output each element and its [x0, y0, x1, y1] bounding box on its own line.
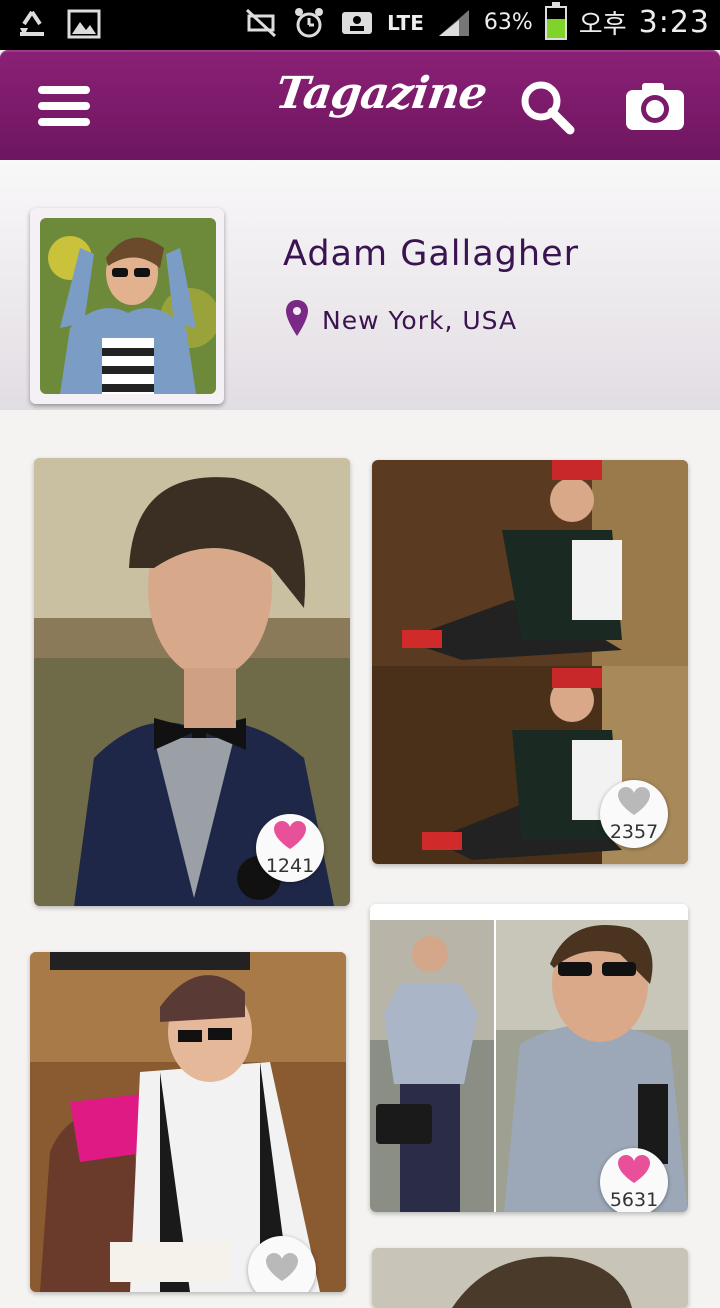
heart-icon — [617, 786, 651, 820]
like-count: 5631 — [609, 1189, 659, 1211]
app-logo: Tagazine — [272, 68, 490, 119]
heart-icon — [617, 1154, 651, 1188]
search-icon[interactable] — [518, 78, 576, 136]
ampm-label: 오후 — [578, 10, 627, 40]
profile-header: Adam Gallagher New York, USA — [0, 160, 720, 410]
image-icon — [66, 8, 102, 40]
heart-icon — [265, 1252, 299, 1286]
mute-icon — [243, 7, 279, 39]
post-card[interactable] — [30, 952, 346, 1292]
network-type-label: LTE — [387, 10, 424, 35]
alarm-icon — [291, 7, 327, 39]
clock: 3:23 — [638, 5, 710, 40]
avatar-frame[interactable] — [30, 208, 224, 404]
recycle-icon — [14, 8, 50, 40]
status-bar: LTE 63% 오후 3:23 — [0, 0, 720, 50]
battery-percent: 63% — [483, 10, 533, 35]
like-badge[interactable]: 2357 — [600, 780, 668, 848]
app-bar: Tagazine — [0, 50, 720, 160]
post-card[interactable]: 5631 — [370, 904, 688, 1212]
camera-icon[interactable] — [624, 80, 686, 132]
location-text: New York, USA — [322, 305, 518, 335]
signal-icon — [436, 7, 472, 39]
like-badge[interactable]: 1241 — [256, 814, 324, 882]
like-badge[interactable]: 5631 — [600, 1148, 668, 1212]
profile-location: New York, USA — [286, 300, 517, 340]
battery-icon — [544, 1, 567, 40]
profile-name: Adam Gallagher — [283, 234, 579, 274]
location-pin-icon — [286, 300, 308, 340]
post-card[interactable]: 2357 — [372, 460, 688, 864]
avatar[interactable] — [40, 218, 216, 394]
post-photo — [372, 1248, 688, 1308]
post-card[interactable] — [372, 1248, 688, 1308]
like-count: 1241 — [265, 855, 315, 877]
like-count: 2357 — [609, 821, 659, 843]
sim-icon — [339, 7, 375, 39]
heart-icon — [273, 820, 307, 854]
menu-icon[interactable] — [38, 86, 90, 130]
post-card[interactable]: 1241 — [34, 458, 350, 906]
